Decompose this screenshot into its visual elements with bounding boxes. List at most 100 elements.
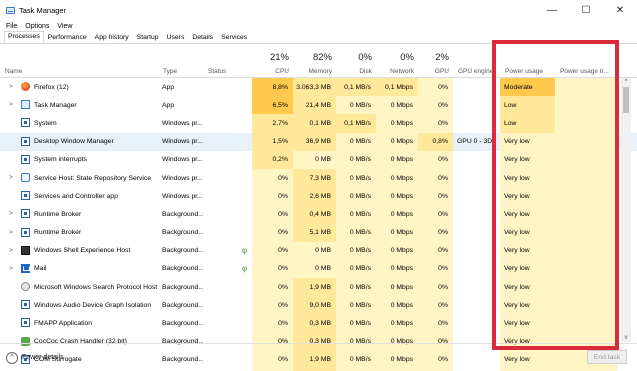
power-usage-value: Very low [500, 241, 555, 260]
chevron-right-icon[interactable]: > [9, 174, 13, 181]
window-icon [21, 154, 30, 164]
network-value: 0 Mbps [376, 278, 418, 297]
cpu-value: 0% [252, 241, 293, 260]
vertical-scrollbar[interactable]: ^ v [621, 78, 631, 342]
tab-services[interactable]: Services [217, 32, 251, 43]
tab-app-history[interactable]: App history [91, 32, 133, 43]
network-value: 0 Mbps [376, 150, 418, 169]
tab-users[interactable]: Users [163, 32, 189, 43]
power-trend-value [555, 314, 617, 333]
column-gpu[interactable]: 2% GPU [418, 45, 453, 78]
chevron-right-icon[interactable]: > [9, 229, 13, 236]
power-trend-value [555, 278, 617, 297]
gpu-engine-value [453, 296, 500, 314]
menu-options[interactable]: Options [25, 23, 49, 30]
table-row[interactable]: > Runtime Broker Background... 0% 0,4 MB 0 MB… [0, 205, 637, 224]
table-row[interactable]: Microsoft Windows Search Protocol Host Ba… [0, 278, 637, 297]
process-status [203, 314, 252, 332]
power-trend-value [555, 168, 617, 188]
table-row[interactable]: > Mail φ Background... 0% 0 MB 0 MB/s 0 Mbps 0% V… [0, 259, 637, 279]
process-name: Service Host: State Repository Service [34, 174, 152, 182]
column-name-label: Name [5, 68, 23, 75]
cpu-value: 0% [252, 168, 293, 188]
gpu-value: 0% [418, 187, 453, 206]
fewer-details-button[interactable]: ^ Fewer details [6, 351, 64, 364]
table-body: > Firefox (12) App 8,8% 3.063,3 MB 0,1 MB/s 0,… [0, 78, 637, 371]
power-usage-value: Very low [500, 314, 555, 333]
column-status[interactable]: Status [203, 45, 252, 78]
column-type[interactable]: Type [158, 45, 203, 78]
cpu-value: 0% [252, 296, 293, 315]
table-row[interactable]: Desktop Window Manager Windows pr... 1,5% 3… [0, 132, 637, 151]
menu-view[interactable]: View [57, 23, 72, 30]
column-power-trend-label: Power usage tr... [560, 68, 609, 75]
task-manager-icon [6, 6, 15, 14]
memory-value: 36,9 MB [293, 132, 336, 151]
table-row[interactable]: System Windows pr... 2,7% 0,1 MB 0,1 MB/s 0 M… [0, 114, 637, 133]
gpu-engine-value [453, 114, 500, 132]
tab-details[interactable]: Details [188, 32, 217, 43]
process-type: Background... [162, 320, 203, 328]
disk-value: 0,1 MB/s [336, 78, 376, 97]
process-type: Background... [162, 247, 203, 255]
table-row[interactable]: Services and Controller app Windows pr...… [0, 187, 637, 206]
tab-startup[interactable]: Startup [133, 32, 163, 43]
column-power-usage[interactable]: Power usage [500, 45, 555, 78]
column-network-label: Network [390, 68, 414, 75]
chevron-right-icon[interactable]: > [9, 247, 13, 254]
memory-value: 3.063,3 MB [293, 78, 336, 97]
power-usage-value: Very low [500, 150, 555, 169]
process-name: System [34, 119, 57, 127]
process-type: Windows pr... [162, 192, 203, 200]
process-status [203, 114, 252, 132]
network-total: 0% [400, 52, 414, 63]
network-value: 0 Mbps [376, 314, 418, 333]
column-cpu[interactable]: 21% CPU [252, 45, 293, 78]
table-row[interactable]: System interrupts Windows pr... 0,2% 0 MB 0 … [0, 150, 637, 169]
chevron-right-icon[interactable]: > [9, 265, 13, 272]
disk-value: 0 MB/s [336, 150, 376, 169]
column-power-trend[interactable]: Power usage tr... [555, 45, 617, 78]
column-network[interactable]: 0% Network [376, 45, 418, 78]
power-usage-value: Very low [500, 187, 555, 206]
chevron-right-icon[interactable]: > [9, 210, 13, 217]
table-row[interactable]: > Windows Shell Experience Host φ Backgroun… [0, 241, 637, 260]
disk-value: 0 MB/s [336, 296, 376, 315]
maximize-button[interactable]: ☐ [569, 0, 603, 20]
disk-value: 0 MB/s [336, 259, 376, 279]
power-usage-value: Very low [500, 132, 555, 151]
end-task-button[interactable]: End task [587, 350, 627, 364]
cpu-total: 21% [269, 52, 289, 63]
column-name[interactable]: Name [0, 45, 158, 78]
power-trend-value [555, 296, 617, 315]
chevron-right-icon[interactable]: > [9, 101, 13, 108]
column-memory[interactable]: 82% Memory [293, 45, 336, 78]
process-type: App [162, 83, 175, 91]
gpu-value: 0% [418, 241, 453, 260]
tab-performance[interactable]: Performance [44, 32, 91, 43]
column-disk[interactable]: 0% Disk [336, 45, 376, 78]
menu-file[interactable]: File [6, 23, 17, 30]
memory-value: 9,0 MB [293, 296, 336, 315]
close-button[interactable]: ✕ [603, 0, 637, 20]
column-power-usage-label: Power usage [505, 68, 543, 75]
column-gpu-engine[interactable]: GPU engine [453, 45, 500, 78]
gpu-engine-value [453, 242, 500, 260]
table-row[interactable]: > Service Host: State Repository Service W… [0, 168, 637, 188]
table-row[interactable]: > Runtime Broker Background... 0% 5,1 MB 0 MB… [0, 223, 637, 242]
table-row[interactable]: Windows Audio Device Graph Isolation Back… [0, 296, 637, 315]
process-status [203, 133, 252, 151]
tab-processes[interactable]: Processes [4, 31, 44, 43]
table-row[interactable]: > Task Manager App 6,5% 21,4 MB 0 MB/s 0 Mbps 0… [0, 96, 637, 115]
scroll-thumb[interactable] [623, 87, 629, 113]
minimize-button[interactable]: — [535, 0, 569, 20]
table-row[interactable]: FMAPP Application Background... 0% 0,3 MB 0 … [0, 314, 637, 333]
power-usage-value: Very low [500, 205, 555, 224]
process-name: Firefox (12) [34, 83, 69, 91]
scroll-up-arrow-icon[interactable]: ^ [621, 79, 631, 85]
table-row[interactable]: > Firefox (12) App 8,8% 3.063,3 MB 0,1 MB/s 0,… [0, 78, 637, 97]
power-trend-value [555, 205, 617, 224]
scroll-down-arrow-icon[interactable]: v [621, 335, 631, 341]
chevron-right-icon[interactable]: > [9, 83, 13, 90]
power-trend-value [555, 114, 617, 133]
